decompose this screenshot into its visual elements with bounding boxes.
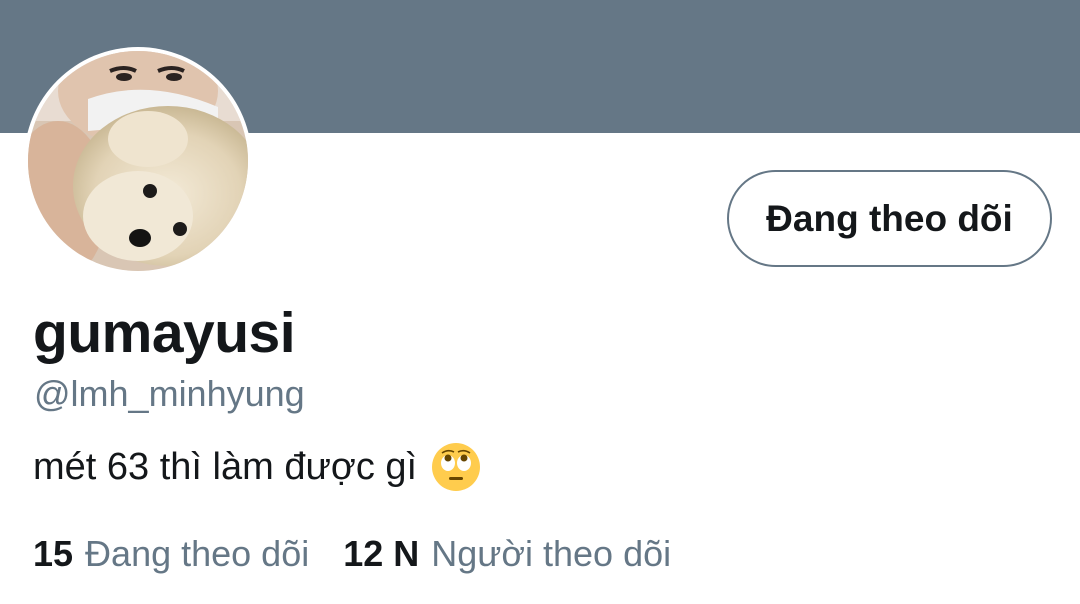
followers-count: 12 N [343, 533, 420, 574]
profile-bio: mét 63 thì làm được gì [33, 442, 481, 492]
followers-stat-link[interactable]: 12 N Người theo dõi [343, 533, 671, 575]
following-button[interactable]: Đang theo dõi [727, 170, 1052, 267]
profile-page: Đang theo dõi gumayusi @lmh_minhyung mét… [0, 0, 1080, 604]
followers-label: Người theo dõi [431, 533, 672, 574]
following-stat-link[interactable]: 15 Đang theo dõi [33, 533, 309, 575]
face-with-rolling-eyes-icon [431, 442, 481, 492]
bio-text: mét 63 thì làm được gì [33, 445, 418, 488]
following-count: 15 [33, 533, 74, 574]
following-label: Đang theo dõi [85, 533, 310, 574]
avatar[interactable] [24, 47, 252, 275]
username-handle: @lmh_minhyung [34, 373, 305, 414]
avatar-photo [28, 51, 248, 271]
display-name: gumayusi [33, 301, 296, 365]
profile-stats: 15 Đang theo dõi 12 N Người theo dõi [33, 533, 671, 575]
